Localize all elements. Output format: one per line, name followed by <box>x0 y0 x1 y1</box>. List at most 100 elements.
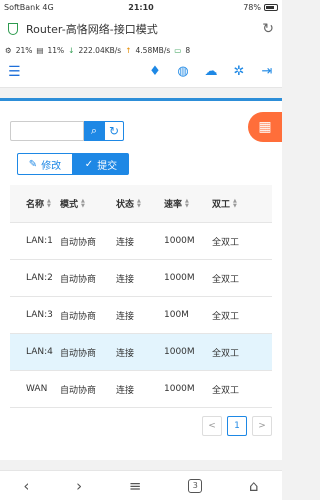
status-right: 78% <box>243 3 278 12</box>
header-label: 名称 <box>26 200 45 210</box>
table-row[interactable]: LAN:2 自动协商 连接 1000M 全双工 <box>10 260 272 297</box>
cell-mode: 自动协商 <box>60 311 97 322</box>
search-button[interactable]: ⌕ <box>84 121 104 141</box>
column-name[interactable]: 名称 ▲ ▼ <box>10 197 60 210</box>
column-speed[interactable]: 速率 ▲ ▼ <box>164 197 212 210</box>
table-row-selected[interactable]: LAN:4 自动协商 连接 1000M 全双工 <box>10 334 272 371</box>
page-1-button[interactable]: 1 <box>227 416 247 436</box>
cell-mode: 自动协商 <box>60 237 97 248</box>
toolbar-icons: ♦ ◍ ☁ ✲ ⇥ <box>148 64 274 79</box>
table-header: 名称 ▲ ▼ 模式 ▲ ▼ 状态 ▲ ▼ 速率 ▲ ▼ 双工 ▲ ▼ <box>10 185 272 223</box>
gear-icon[interactable]: ✲ <box>232 64 246 79</box>
cell-mode: 自动协商 <box>60 385 97 396</box>
cell-status: 连接 <box>116 385 135 396</box>
table-row[interactable]: LAN:3 自动协商 连接 100M 全双工 <box>10 297 272 334</box>
prev-page-button[interactable]: < <box>202 416 222 436</box>
devices-count: 8 <box>185 45 191 55</box>
cpu-icon: ⚙ <box>5 45 12 55</box>
app-toolbar: ☰ ♦ ◍ ☁ ✲ ⇥ <box>0 56 282 88</box>
search-icon: ⌕ <box>90 124 98 137</box>
cell-mode: 自动协商 <box>60 348 97 359</box>
pagination: < 1 > <box>202 416 272 436</box>
devices-icon: ▭ <box>174 45 182 55</box>
network-stats: ⚙ 21% ▤ 11% ↓ 222.04KB/s ↑ 4.58MB/s ▭ 8 <box>0 44 282 56</box>
cell-duplex: 全双工 <box>212 348 240 359</box>
cell-name: LAN:3 <box>26 310 53 320</box>
table-row[interactable]: LAN:1 自动协商 连接 1000M 全双工 <box>10 223 272 260</box>
sort-icon: ▲ ▼ <box>137 197 141 209</box>
cpu-value: 21% <box>15 45 33 55</box>
page-title: Router-高恪网络-接口模式 <box>26 23 158 36</box>
menu-icon[interactable]: ☰ <box>8 64 148 80</box>
header-label: 双工 <box>212 200 231 210</box>
back-icon[interactable]: ‹ <box>23 477 29 495</box>
cell-speed: 1000M <box>164 347 195 357</box>
cloud-upload-icon[interactable]: ☁ <box>204 64 218 79</box>
cell-status: 连接 <box>116 237 135 248</box>
cell-duplex: 全双工 <box>212 311 240 322</box>
submit-label: 提交 <box>97 160 118 172</box>
download-rate: 222.04KB/s <box>78 45 122 55</box>
cell-status: 连接 <box>116 348 135 359</box>
grid-icon: ▦ <box>258 119 272 135</box>
grid-menu-button[interactable]: ▦ <box>248 112 282 142</box>
cell-speed: 1000M <box>164 384 195 394</box>
action-buttons: ✎ 修改 ✓ 提交 <box>17 153 129 175</box>
browser-url-bar[interactable]: Router-高恪网络-接口模式 ↻ <box>0 14 282 44</box>
globe-icon[interactable]: ◍ <box>176 64 190 79</box>
status-bar: SoftBank 4G 21:10 78% <box>0 0 282 14</box>
shirt-icon[interactable]: ♦ <box>148 64 162 79</box>
battery-percent: 78% <box>243 2 261 12</box>
header-label: 状态 <box>116 200 135 210</box>
refresh-button[interactable]: ↻ <box>104 121 124 141</box>
cell-name: LAN:4 <box>26 347 53 357</box>
refresh-icon: ↻ <box>108 124 120 138</box>
edit-button[interactable]: ✎ 修改 <box>17 153 73 175</box>
menu-lines-icon[interactable]: ≡ <box>129 477 142 495</box>
tabs-icon[interactable]: 3 <box>188 478 203 493</box>
cell-name: LAN:1 <box>26 236 53 246</box>
download-icon: ↓ <box>68 45 75 55</box>
battery-icon <box>264 3 278 11</box>
table-row[interactable]: WAN 自动协商 连接 1000M 全双工 <box>10 371 272 408</box>
cell-speed: 100M <box>164 310 189 320</box>
submit-button[interactable]: ✓ 提交 <box>73 153 129 175</box>
sort-icon: ▲ ▼ <box>81 197 85 209</box>
interface-table: 名称 ▲ ▼ 模式 ▲ ▼ 状态 ▲ ▼ 速率 ▲ ▼ 双工 ▲ ▼ LAN:1 自动协商 连接 1… <box>10 185 272 408</box>
upload-icon: ↑ <box>125 45 132 55</box>
pencil-icon: ✎ <box>28 158 38 170</box>
cell-duplex: 全双工 <box>212 274 240 285</box>
cell-duplex: 全双工 <box>212 385 240 396</box>
shield-icon <box>8 23 18 35</box>
upload-rate: 4.58MB/s <box>135 45 171 55</box>
memory-value: 11% <box>47 45 65 55</box>
cell-status: 连接 <box>116 274 135 285</box>
forward-icon[interactable]: › <box>76 477 82 495</box>
cell-name: LAN:2 <box>26 273 53 283</box>
home-icon[interactable]: ⌂ <box>249 477 259 495</box>
next-page-button[interactable]: > <box>252 416 272 436</box>
column-status[interactable]: 状态 ▲ ▼ <box>116 197 164 210</box>
cell-status: 连接 <box>116 311 135 322</box>
sort-icon: ▲ ▼ <box>185 197 189 209</box>
header-label: 速率 <box>164 200 183 210</box>
sort-icon: ▲ ▼ <box>47 197 51 209</box>
header-label: 模式 <box>60 200 79 210</box>
memory-icon: ▤ <box>36 45 44 55</box>
logout-icon[interactable]: ⇥ <box>260 64 274 79</box>
edit-label: 修改 <box>41 160 62 172</box>
sort-icon: ▲ ▼ <box>233 197 237 209</box>
reload-icon[interactable]: ↻ <box>262 21 274 37</box>
search-input[interactable] <box>10 121 84 141</box>
check-icon: ✓ <box>84 158 94 170</box>
browser-bottom-bar: ‹ › ≡ 3 ⌂ <box>0 470 282 500</box>
cell-name: WAN <box>26 384 48 394</box>
column-duplex[interactable]: 双工 ▲ ▼ <box>212 197 272 210</box>
cell-speed: 1000M <box>164 236 195 246</box>
cell-duplex: 全双工 <box>212 237 240 248</box>
cell-speed: 1000M <box>164 273 195 283</box>
column-mode[interactable]: 模式 ▲ ▼ <box>60 197 116 210</box>
clock: 21:10 <box>128 2 154 12</box>
cell-mode: 自动协商 <box>60 274 97 285</box>
search-row: ⌕ ↻ <box>10 121 124 141</box>
